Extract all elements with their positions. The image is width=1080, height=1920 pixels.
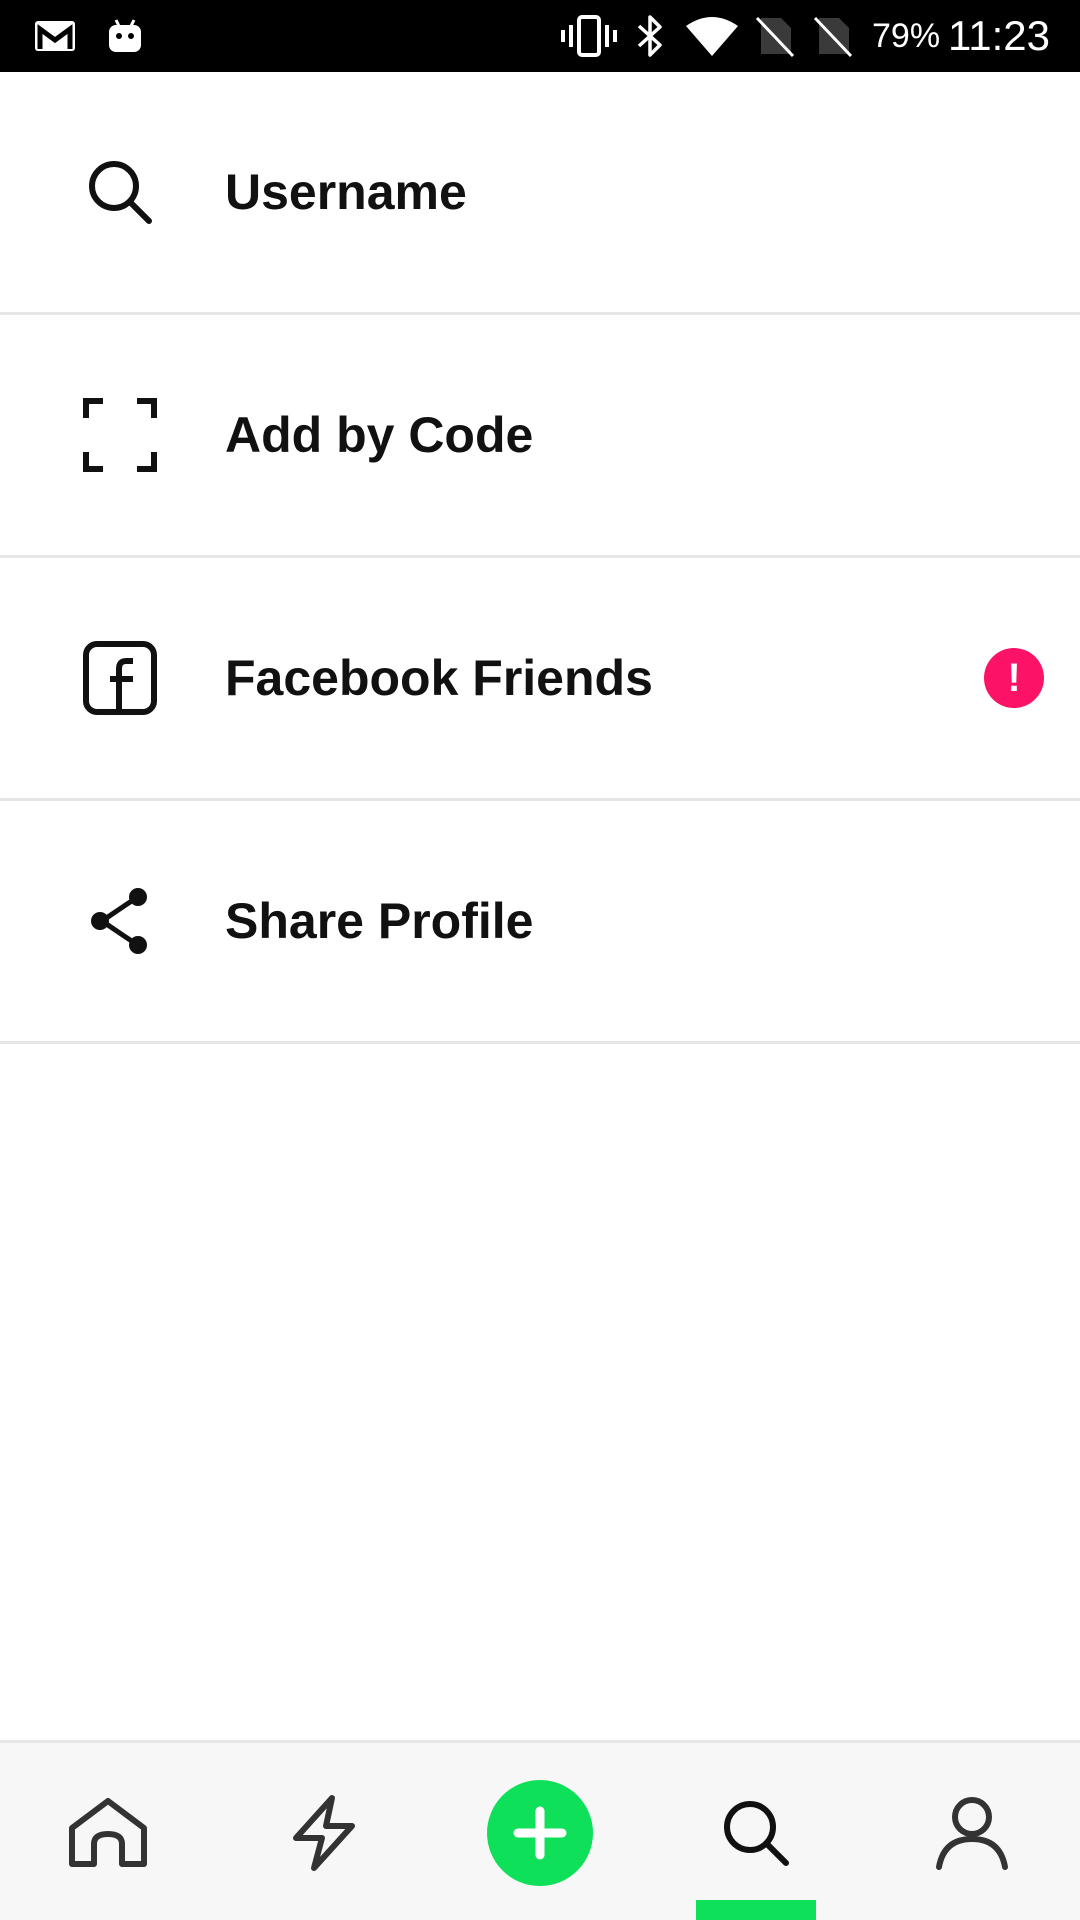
user-icon <box>936 1797 1008 1870</box>
menu-item-label: Share Profile <box>225 893 534 949</box>
no-sim-icon <box>752 0 798 72</box>
add-friends-menu: Username Add by Code Facebook Friends ! … <box>0 72 1080 1044</box>
bottom-navigation <box>0 1740 1080 1920</box>
plus-icon <box>513 1806 567 1860</box>
status-bar: 79% 11:23 <box>0 0 1080 72</box>
search-icon <box>80 152 160 232</box>
gmail-icon <box>30 0 80 72</box>
scan-frame-icon <box>80 395 160 475</box>
facebook-icon <box>80 638 160 718</box>
menu-item-add-by-code[interactable]: Add by Code <box>0 315 1080 558</box>
menu-item-username[interactable]: Username <box>0 72 1080 315</box>
battery-percentage: 79% <box>872 17 941 55</box>
app-screen: 79% 11:23 Username Add by Code Facebook … <box>0 0 1080 1920</box>
nav-activity-button[interactable] <box>254 1743 394 1920</box>
vibrate-icon <box>560 0 618 72</box>
status-time: 11:23 <box>948 12 1050 59</box>
bluetooth-icon <box>630 0 670 72</box>
search-icon <box>724 1801 789 1866</box>
nav-create-button[interactable] <box>470 1743 610 1920</box>
menu-item-label: Username <box>225 164 467 220</box>
nav-home-button[interactable] <box>38 1743 178 1920</box>
wifi-icon <box>682 0 742 72</box>
menu-item-label: Facebook Friends <box>225 650 653 706</box>
share-icon <box>80 881 160 961</box>
no-sim-icon <box>810 0 856 72</box>
nav-search-button[interactable] <box>686 1743 826 1920</box>
alert-badge: ! <box>984 648 1044 708</box>
create-button-circle <box>487 1780 593 1886</box>
active-tab-indicator <box>696 1900 816 1920</box>
menu-item-facebook-friends[interactable]: Facebook Friends ! <box>0 558 1080 801</box>
menu-item-share-profile[interactable]: Share Profile <box>0 801 1080 1044</box>
home-icon <box>69 1798 147 1867</box>
nav-profile-button[interactable] <box>902 1743 1042 1920</box>
menu-item-label: Add by Code <box>225 407 534 463</box>
lightning-icon <box>293 1795 355 1871</box>
android-icon <box>100 0 150 72</box>
